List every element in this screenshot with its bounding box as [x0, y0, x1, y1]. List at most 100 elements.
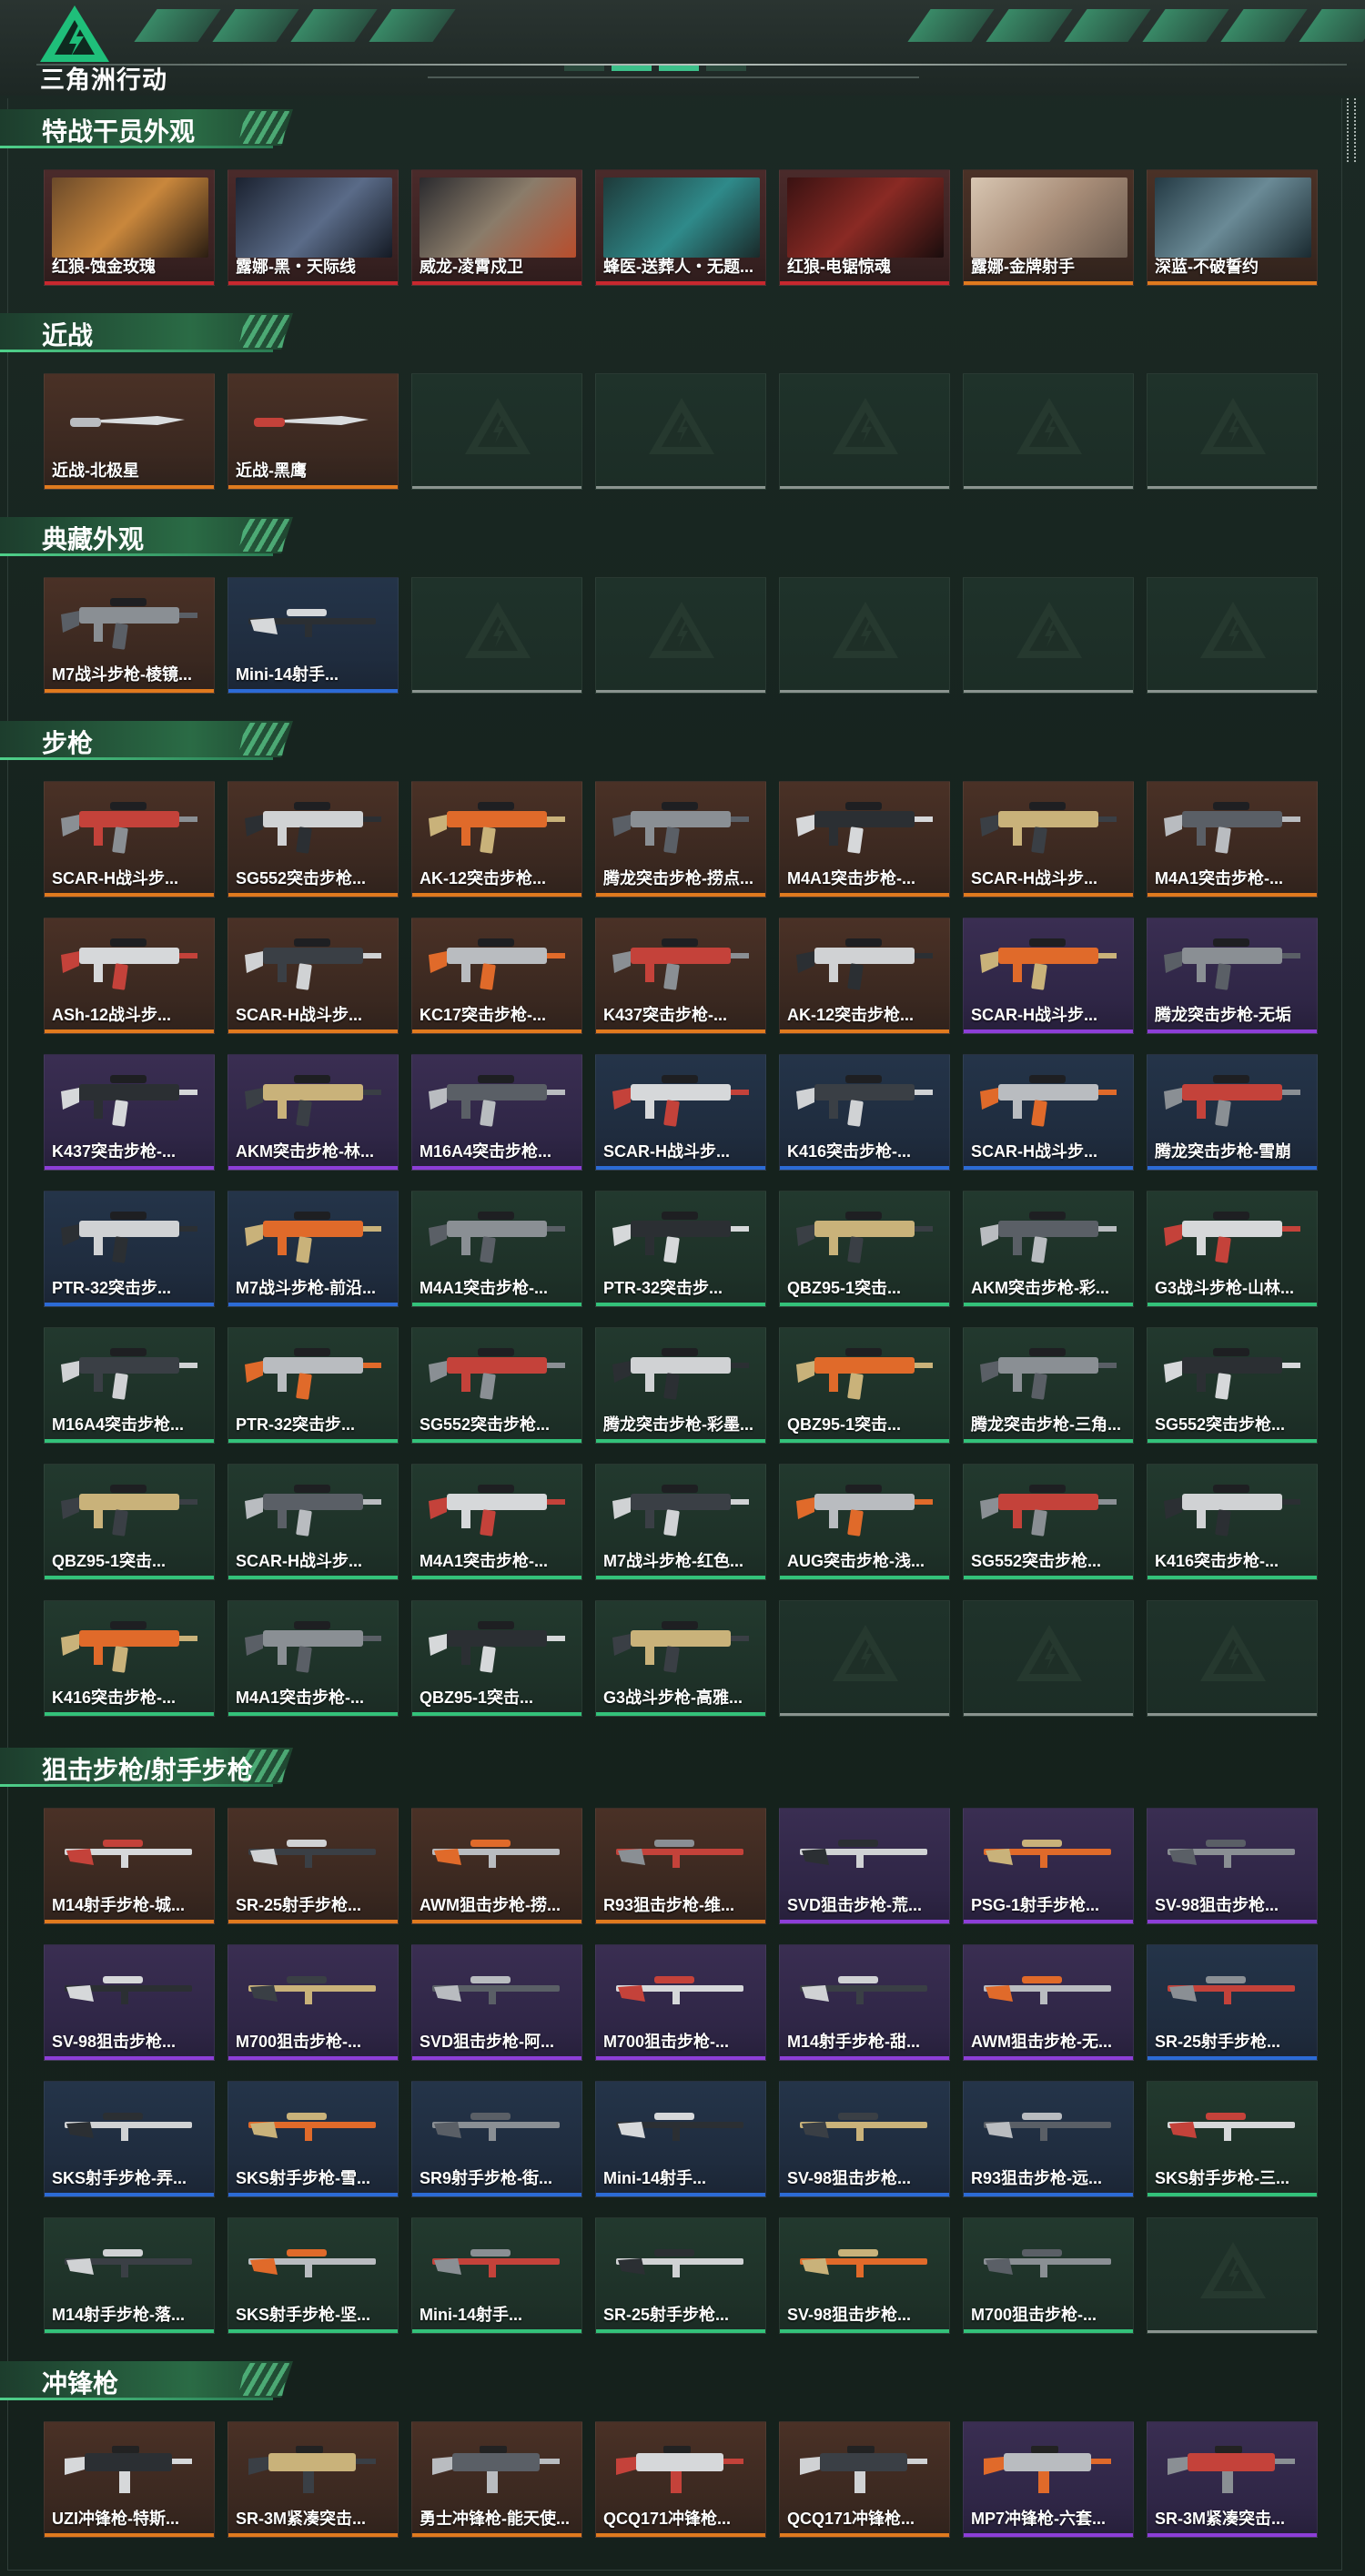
- rarity-bar: [964, 486, 1133, 489]
- skin-card[interactable]: SCAR-H战斗步...: [963, 918, 1134, 1034]
- skin-card[interactable]: M700狙击步枪-...: [963, 2217, 1134, 2334]
- skin-card[interactable]: M4A1突击步枪-...: [779, 781, 950, 898]
- skin-card[interactable]: QBZ95-1突击...: [411, 1600, 582, 1717]
- skin-card[interactable]: SR-3M紧凑突击...: [1147, 2421, 1318, 2538]
- skin-card[interactable]: M7战斗步枪-前沿...: [228, 1191, 399, 1307]
- scrollbar[interactable]: [1347, 98, 1356, 162]
- skin-card[interactable]: AKM突击步枪-彩...: [963, 1191, 1134, 1307]
- skin-card[interactable]: QBZ95-1突击...: [779, 1191, 950, 1307]
- skin-card[interactable]: R93狙击步枪-维...: [595, 1808, 766, 1924]
- skin-card[interactable]: G3战斗步枪-山林...: [1147, 1191, 1318, 1307]
- skin-card[interactable]: M16A4突击步枪...: [411, 1054, 582, 1171]
- skin-card[interactable]: QCQ171冲锋枪...: [595, 2421, 766, 2538]
- skin-card[interactable]: SV-98狙击步枪...: [779, 2081, 950, 2197]
- skin-card[interactable]: SCAR-H战斗步...: [228, 1464, 399, 1580]
- rarity-bar: [780, 690, 949, 693]
- skin-card[interactable]: 威龙-凌霄戍卫: [411, 169, 582, 286]
- rifle-icon: [1160, 928, 1306, 999]
- skin-card[interactable]: AK-12突击步枪...: [411, 781, 582, 898]
- skin-card[interactable]: SV-98狙击步枪...: [779, 2217, 950, 2334]
- skin-card[interactable]: PSG-1射手步枪...: [963, 1808, 1134, 1924]
- skin-card[interactable]: SR-25射手步枪...: [228, 1808, 399, 1924]
- skin-card[interactable]: M4A1突击步枪-...: [411, 1191, 582, 1307]
- skin-card[interactable]: M4A1突击步枪-...: [1147, 781, 1318, 898]
- skin-card[interactable]: SKS射手步枪-雪...: [228, 2081, 399, 2197]
- skin-card[interactable]: SR-3M紧凑突击...: [228, 2421, 399, 2538]
- skin-card[interactable]: SVD狙击步枪-荒...: [779, 1808, 950, 1924]
- skin-card[interactable]: AWM狙击步枪-无...: [963, 1944, 1134, 2061]
- skin-card[interactable]: M7战斗步枪-红色...: [595, 1464, 766, 1580]
- skin-card[interactable]: SR9射手步枪-街...: [411, 2081, 582, 2197]
- rifle-icon: [57, 1064, 203, 1135]
- skin-card[interactable]: SKS射手步枪-弄...: [44, 2081, 215, 2197]
- skin-card[interactable]: SKS射手步枪-三...: [1147, 2081, 1318, 2197]
- skin-card[interactable]: K416突击步枪-...: [1147, 1464, 1318, 1580]
- skin-card[interactable]: 红狼-电锯惊魂: [779, 169, 950, 286]
- skin-card[interactable]: SCAR-H战斗步...: [595, 1054, 766, 1171]
- skin-card[interactable]: M7战斗步枪-棱镜...: [44, 577, 215, 694]
- skin-card[interactable]: 腾龙突击步枪-无垢: [1147, 918, 1318, 1034]
- skin-card[interactable]: 腾龙突击步枪-雪崩: [1147, 1054, 1318, 1171]
- skin-card[interactable]: SV-98狙击步枪...: [44, 1944, 215, 2061]
- skin-card[interactable]: K437突击步枪-...: [44, 1054, 215, 1171]
- skin-card[interactable]: Mini-14射手...: [228, 577, 399, 694]
- empty-slot: [1147, 373, 1318, 490]
- skin-card[interactable]: G3战斗步枪-高雅...: [595, 1600, 766, 1717]
- skin-card[interactable]: AK-12突击步枪...: [779, 918, 950, 1034]
- skin-card[interactable]: M700狙击步枪-...: [228, 1944, 399, 2061]
- skin-card[interactable]: UZI冲锋枪-特斯...: [44, 2421, 215, 2538]
- skin-card[interactable]: 腾龙突击步枪-捞点...: [595, 781, 766, 898]
- skin-card[interactable]: MP7冲锋枪-六套...: [963, 2421, 1134, 2538]
- skin-card[interactable]: 红狼-蚀金玫瑰: [44, 169, 215, 286]
- skin-card[interactable]: 腾龙突击步枪-彩墨...: [595, 1327, 766, 1444]
- skin-card[interactable]: SR-25射手步枪...: [1147, 1944, 1318, 2061]
- skin-card[interactable]: M16A4突击步枪...: [44, 1327, 215, 1444]
- skin-card[interactable]: Mini-14射手...: [411, 2217, 582, 2334]
- skin-card[interactable]: SR-25射手步枪...: [595, 2217, 766, 2334]
- skin-card[interactable]: SG552突击步枪...: [411, 1327, 582, 1444]
- skin-card[interactable]: M4A1突击步枪-...: [411, 1464, 582, 1580]
- skin-card[interactable]: QBZ95-1突击...: [44, 1464, 215, 1580]
- skin-card[interactable]: M14射手步枪-甜...: [779, 1944, 950, 2061]
- skin-card[interactable]: 露娜-黑・天际线: [228, 169, 399, 286]
- skin-card[interactable]: AKM突击步枪-林...: [228, 1054, 399, 1171]
- skin-card[interactable]: K416突击步枪-...: [779, 1054, 950, 1171]
- skin-card[interactable]: SV-98狙击步枪...: [1147, 1808, 1318, 1924]
- skin-card[interactable]: 露娜-金牌射手: [963, 169, 1134, 286]
- skin-card[interactable]: SG552突击步枪...: [228, 781, 399, 898]
- skin-card[interactable]: PTR-32突击步...: [595, 1191, 766, 1307]
- skin-card[interactable]: 近战-黑鹰: [228, 373, 399, 490]
- skin-card[interactable]: 蜂医-送葬人・无题...: [595, 169, 766, 286]
- skin-name: SG552突击步枪...: [420, 1415, 551, 1434]
- skin-card[interactable]: 深蓝-不破誓约: [1147, 169, 1318, 286]
- skin-card[interactable]: AUG突击步枪-浅...: [779, 1464, 950, 1580]
- skin-card[interactable]: K437突击步枪-...: [595, 918, 766, 1034]
- skin-card[interactable]: 腾龙突击步枪-三角...: [963, 1327, 1134, 1444]
- skin-card[interactable]: SG552突击步枪...: [1147, 1327, 1318, 1444]
- skin-card[interactable]: PTR-32突击步...: [228, 1327, 399, 1444]
- skin-card[interactable]: SVD狙击步枪-阿...: [411, 1944, 582, 2061]
- skin-card[interactable]: SG552突击步枪...: [963, 1464, 1134, 1580]
- skin-card[interactable]: K416突击步枪-...: [44, 1600, 215, 1717]
- skin-card[interactable]: QBZ95-1突击...: [779, 1327, 950, 1444]
- skin-card[interactable]: QCQ171冲锋枪...: [779, 2421, 950, 2538]
- skin-card[interactable]: SCAR-H战斗步...: [963, 781, 1134, 898]
- skin-card[interactable]: SKS射手步枪-坚...: [228, 2217, 399, 2334]
- skin-card[interactable]: Mini-14射手...: [595, 2081, 766, 2197]
- skin-card[interactable]: M4A1突击步枪-...: [228, 1600, 399, 1717]
- skin-card[interactable]: 勇士冲锋枪-能天使...: [411, 2421, 582, 2538]
- skin-card[interactable]: AWM狙击步枪-捞...: [411, 1808, 582, 1924]
- skin-card[interactable]: SCAR-H战斗步...: [44, 781, 215, 898]
- skin-card[interactable]: 近战-北极星: [44, 373, 215, 490]
- skin-card[interactable]: PTR-32突击步...: [44, 1191, 215, 1307]
- skin-card[interactable]: ASh-12战斗步...: [44, 918, 215, 1034]
- rifle-icon: [609, 1201, 754, 1272]
- skin-card[interactable]: SCAR-H战斗步...: [228, 918, 399, 1034]
- skin-card[interactable]: M700狙击步枪-...: [595, 1944, 766, 2061]
- skin-card[interactable]: SCAR-H战斗步...: [963, 1054, 1134, 1171]
- skin-card[interactable]: R93狙击步枪-远...: [963, 2081, 1134, 2197]
- rarity-bar: [412, 893, 581, 897]
- skin-card[interactable]: KC17突击步枪-...: [411, 918, 582, 1034]
- skin-card[interactable]: M14射手步枪-城...: [44, 1808, 215, 1924]
- skin-card[interactable]: M14射手步枪-落...: [44, 2217, 215, 2334]
